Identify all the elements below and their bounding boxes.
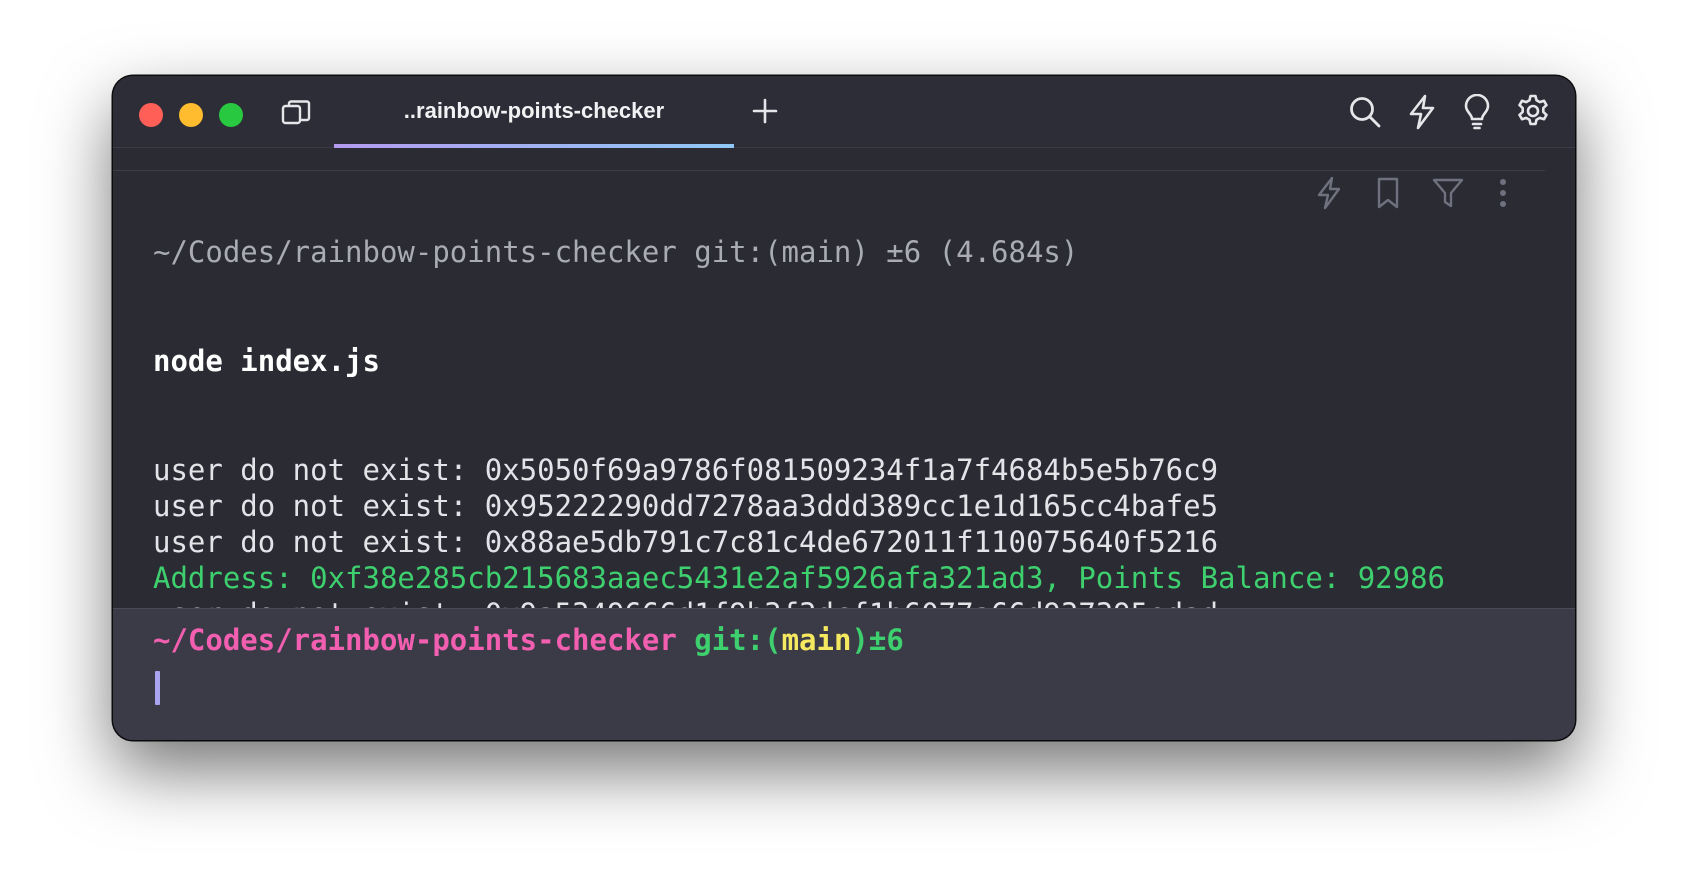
sidebar-toggle-icon[interactable] (280, 99, 312, 129)
tab-rainbow-points-checker[interactable]: ..rainbow-points-checker (334, 76, 734, 148)
output-line: user do not exist: 0x88ae5db791c7c81c4de… (153, 524, 1219, 559)
block-header: ~/Codes/rainbow-points-checker git:(main… (153, 235, 1079, 270)
minimize-window-button[interactable] (179, 103, 203, 127)
plus-icon[interactable] (750, 96, 780, 126)
output-line: user do not exist: 0x95222290dd7278aa3dd… (153, 488, 1219, 523)
command-block[interactable]: ~/Codes/rainbow-points-checker git:(main… (113, 148, 1575, 740)
lightning-icon[interactable] (1406, 94, 1438, 130)
zoom-window-button[interactable] (219, 103, 243, 127)
title-bar: ..rainbow-points-checker (113, 76, 1575, 148)
output-line: user do not exist: 0x5050f69a9786f081509… (153, 452, 1219, 487)
prompt-status: )±6 (851, 623, 904, 657)
prompt-branch: main (781, 623, 852, 657)
terminal-window: ..rainbow-points-checker ~/Codes/rainbow… (113, 76, 1575, 740)
prompt-git-prefix: git:( (676, 623, 782, 657)
command-text: node index.js (153, 344, 380, 378)
prompt-path: ~/Codes/rainbow-points-checker (153, 623, 677, 657)
output-line-success: Address: 0xf38e285cb215683aaec5431e2af59… (153, 561, 1446, 596)
search-icon[interactable] (1348, 95, 1382, 129)
input-area[interactable]: ~/Codes/rainbow-points-checker git:(main… (113, 608, 1575, 740)
lightbulb-icon[interactable] (1462, 93, 1492, 130)
gear-icon[interactable] (1516, 94, 1550, 128)
text-cursor (155, 671, 160, 705)
close-window-button[interactable] (139, 103, 163, 127)
prompt: ~/Codes/rainbow-points-checker git:(main… (153, 623, 904, 657)
tab-label: ..rainbow-points-checker (403, 98, 665, 123)
